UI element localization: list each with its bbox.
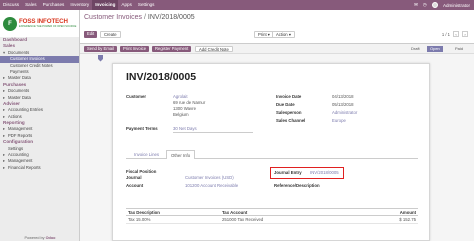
col-tax-account: Tax Account (222, 210, 248, 215)
tab-other-info[interactable]: Other Info (166, 150, 196, 159)
account-label: Account (126, 183, 144, 188)
sales-channel-label: Sales Channel (276, 118, 306, 123)
caret-down-icon: ▾ (288, 32, 291, 37)
stage-paid: Paid (455, 46, 464, 51)
journal-entry-link[interactable]: INV/2018/0005 (310, 170, 339, 175)
form-sheet: INV/2018/0005 Customer Agrolait 69 rue d… (112, 63, 430, 241)
customer-country: Belgium (173, 112, 189, 117)
customer-address-line2: 1300 Wavre (173, 106, 197, 111)
chevron-right-icon[interactable]: › (462, 31, 468, 37)
invoice-date-label: Invoice Date (276, 94, 302, 99)
create-button[interactable]: Create (100, 31, 121, 38)
tab-invoice-lines[interactable]: Invoice Lines (130, 150, 163, 159)
payment-terms-link[interactable]: 30 Net Days (173, 126, 197, 131)
sidebar-item-financial-reports[interactable]: ▸ Financial Reports (0, 165, 79, 171)
menu-settings[interactable]: Settings (135, 0, 158, 10)
menu-invoicing[interactable]: Invoicing (92, 0, 119, 10)
menu-inventory[interactable]: Inventory (67, 0, 92, 10)
tax-table: Tax Description Tax Account Amount Tax 1… (126, 208, 418, 224)
chat-icon[interactable]: ✉ (414, 2, 418, 8)
tax-table-header: Tax Description Tax Account Amount (126, 208, 418, 216)
due-date-value: 05/13/2018 (332, 102, 354, 107)
powered-by: Powered by Odoo (24, 236, 56, 240)
user-avatar[interactable] (431, 2, 438, 8)
salesperson-link[interactable]: Administrator (332, 110, 357, 115)
invoice-date-value: 04/13/2018 (332, 94, 354, 99)
logo-tagline: EXPERIENCE THE POWER OF OPEN SOURCE (19, 24, 77, 28)
breadcrumb-customer-invoices[interactable]: Customer Invoices (84, 14, 142, 21)
print-invoice-button[interactable]: Print Invoice (120, 45, 150, 52)
payment-terms-label: Payment Terms (126, 126, 158, 131)
send-by-email-button[interactable]: Send by Email (84, 45, 117, 52)
register-payment-button[interactable]: Register Payment (152, 45, 192, 52)
add-credit-note-button[interactable]: Add Credit Note (195, 45, 233, 52)
systray: ✉ ◷ Administrator (414, 2, 474, 8)
edit-button[interactable]: Edit (84, 31, 98, 38)
invoice-number: INV/2018/0005 (126, 71, 197, 83)
clock-icon[interactable]: ◷ (423, 2, 427, 8)
company-logo: F FOSS INFOTECH EXPERIENCE THE POWER OF … (0, 10, 79, 37)
customer-address-line1: 69 rue de Namur (173, 100, 206, 105)
journal-entry-label: Journal Entry (274, 170, 302, 175)
breadcrumb-current: INV/2018/0005 (147, 14, 195, 21)
stage-draft: Draft (411, 46, 420, 51)
menu-apps[interactable]: Apps (118, 0, 134, 10)
breadcrumb: Customer Invoices / INV/2018/0005 (84, 14, 195, 21)
notebook-tabs: Invoice Lines Other Info (126, 150, 418, 159)
pager: 1 / 1 ‹ › (442, 31, 468, 37)
caret-down-icon: ▾ (267, 32, 270, 37)
journal-label: Journal (126, 175, 142, 180)
customer-label: Customer (126, 94, 147, 99)
stage-open: Open (427, 46, 443, 52)
fiscal-position-label: Fiscal Position (126, 169, 157, 174)
status-bar: Send by Email Print Invoice Register Pay… (80, 44, 474, 54)
col-tax-description: Tax Description (128, 210, 160, 215)
attachment-icon[interactable] (97, 54, 104, 62)
customer-link[interactable]: Agrolait (173, 94, 188, 99)
sidebar: F FOSS INFOTECH EXPERIENCE THE POWER OF … (0, 10, 80, 241)
account-link[interactable]: 101200 Account Receivable (185, 183, 238, 188)
control-panel: Customer Invoices / INV/2018/0005 Edit Cre… (80, 10, 474, 44)
pager-value[interactable]: 1 / 1 (442, 32, 450, 37)
menu-sales[interactable]: Sales (22, 0, 40, 10)
col-amount: Amount (399, 210, 416, 215)
user-menu[interactable]: Administrator (443, 3, 470, 8)
logo-mark: F (3, 16, 17, 31)
table-row[interactable]: Tax 15.00% 251000 Tax Received $ 152.75 (126, 216, 418, 224)
action-dropdown[interactable]: Action ▾ (272, 31, 295, 38)
logo-brand: FOSS INFOTECH (19, 17, 68, 25)
top-navbar: Discuss Sales Purchases Inventory Invoic… (0, 0, 474, 10)
odoo-link[interactable]: Odoo (46, 236, 56, 240)
menu-purchases[interactable]: Purchases (40, 0, 68, 10)
due-date-label: Due Date (276, 102, 295, 107)
menu-discuss[interactable]: Discuss (0, 0, 22, 10)
print-dropdown[interactable]: Print ▾ (254, 31, 274, 38)
app-menu: Discuss Sales Purchases Inventory Invoic… (0, 0, 157, 10)
chevron-left-icon[interactable]: ‹ (453, 31, 459, 37)
salesperson-label: Salesperson (276, 110, 302, 115)
journal-link[interactable]: Customer Invoices (USD) (185, 175, 234, 180)
reference-description-label: Reference/Description (274, 183, 320, 188)
sales-channel-link[interactable]: Europe (332, 118, 346, 123)
